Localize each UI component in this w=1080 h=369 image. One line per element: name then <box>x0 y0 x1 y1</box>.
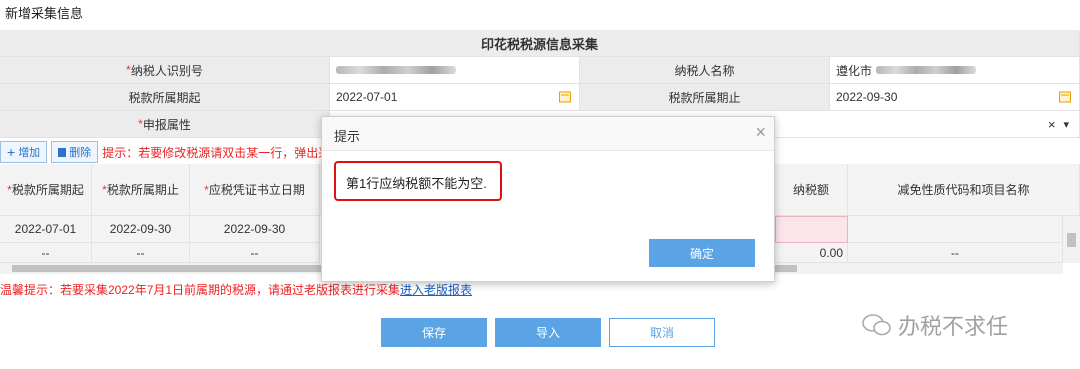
import-button[interactable]: 导入 <box>495 318 601 347</box>
taxpayer-id-value <box>330 57 580 84</box>
taxpayer-name-value: 遵化市 <box>830 57 1080 84</box>
message-highlight: 第1行应纳税额不能为空. <box>334 161 502 201</box>
table-row-cell: -- <box>190 243 320 263</box>
warm-tip: 温馨提示：若要采集2022年7月1日前属期的税源，请通过老版报表进行采集进入老版… <box>0 283 473 297</box>
chevron-down-icon[interactable]: ▾ <box>1063 118 1069 131</box>
clear-icon[interactable]: × <box>1048 117 1056 132</box>
masked-taxpayer-name <box>876 66 977 74</box>
alert-dialog: 提示 × 第1行应纳税额不能为空. 确定 <box>321 116 775 282</box>
vertical-scrollbar[interactable] <box>1063 216 1080 263</box>
period-start-value: 2022-07-01 <box>336 90 398 104</box>
period-end-field[interactable]: 2022-09-30 <box>830 84 1080 111</box>
confirm-button[interactable]: 确定 <box>649 239 755 267</box>
plus-icon: + <box>7 144 16 160</box>
calendar-icon[interactable] <box>559 91 571 103</box>
dialog-header: 提示 × <box>322 117 774 151</box>
dialog-message: 第1行应纳税额不能为空. <box>346 176 487 191</box>
col-exemption: 减免性质代码和项目名称 <box>848 164 1080 216</box>
edit-hint: 提示：若要修改税源请双击某一行，弹出采 <box>102 145 331 160</box>
add-button[interactable]: + 增加 <box>0 141 48 163</box>
table-row-cell: -- <box>848 243 1063 263</box>
wechat-icon <box>862 314 891 336</box>
table-row-cell: -- <box>0 243 92 263</box>
old-report-link[interactable]: 进入老版报表 <box>400 283 472 297</box>
table-row-cell: 0.00 <box>775 243 848 263</box>
calendar-icon[interactable] <box>1059 91 1071 103</box>
grid-toolbar: + 增加 删除 提示：若要修改税源请双击某一行，弹出采 <box>0 140 330 164</box>
taxpayer-name-label: 纳税人名称 <box>580 57 830 84</box>
dialog-title: 提示 <box>334 129 361 144</box>
declare-attr-label: * 申报属性 <box>0 111 330 138</box>
taxpayer-id-label: * 纳税人识别号 <box>0 57 330 84</box>
table-row-cell[interactable] <box>848 216 1063 243</box>
col-voucher-date: * 应税凭证书立日期 <box>190 164 320 216</box>
col-tax-payable: 纳税额 <box>775 164 848 216</box>
table-row-cell[interactable]: 2022-07-01 <box>0 216 92 243</box>
period-end-value: 2022-09-30 <box>836 90 898 104</box>
table-row-cell[interactable]: 2022-09-30 <box>92 216 190 243</box>
cancel-button[interactable]: 取消 <box>609 318 715 347</box>
form-header: 印花税税源信息采集 <box>0 30 1080 57</box>
close-icon[interactable]: × <box>755 122 766 143</box>
tax-payable-error-cell[interactable] <box>775 216 848 243</box>
watermark: 办税不求任 <box>862 309 1008 341</box>
masked-taxpayer-id <box>336 66 456 74</box>
period-start-label: 税款所属期起 <box>0 84 330 111</box>
page-title: 新增采集信息 <box>5 6 84 21</box>
table-row-cell: -- <box>92 243 190 263</box>
delete-button[interactable]: 删除 <box>51 141 99 163</box>
table-row-cell[interactable]: 2022-09-30 <box>190 216 320 243</box>
col-period-start: * 税款所属期起 <box>0 164 92 216</box>
trash-icon <box>58 147 67 157</box>
scrollbar-thumb[interactable] <box>1067 233 1076 247</box>
period-start-field[interactable]: 2022-07-01 <box>330 84 580 111</box>
watermark-text: 办税不求任 <box>898 314 1009 339</box>
save-button[interactable]: 保存 <box>381 318 487 347</box>
period-end-label: 税款所属期止 <box>580 84 830 111</box>
col-period-end: * 税款所属期止 <box>92 164 190 216</box>
